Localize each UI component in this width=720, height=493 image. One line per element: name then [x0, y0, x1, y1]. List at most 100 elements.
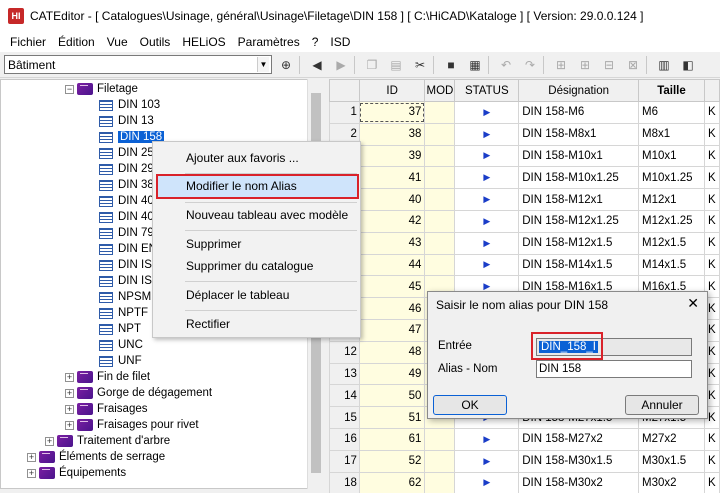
tree-leaf[interactable]: NPSM	[99, 289, 151, 305]
id-cell[interactable]: 45	[358, 275, 426, 299]
id-cell[interactable]: 49	[358, 362, 426, 386]
expand-icon[interactable]: +	[27, 452, 36, 462]
menu-item-rectify[interactable]: Rectifier	[186, 314, 230, 334]
insert-row-below-icon[interactable]: ⊞	[575, 55, 595, 75]
col-header-id[interactable]: ID	[358, 79, 426, 102]
extra-cell[interactable]: K	[703, 253, 720, 277]
extra-cell[interactable]: K	[703, 449, 720, 473]
table-row[interactable]: 844▶DIN 158-M14x1.5M14x1.5K	[329, 253, 720, 277]
tree-node[interactable]: + Gorge de dégagement	[65, 385, 212, 401]
mod-cell[interactable]	[424, 449, 456, 473]
extra-cell[interactable]: K	[703, 166, 720, 190]
tree-leaf[interactable]: UNF	[99, 353, 142, 369]
row-number[interactable]: 14	[329, 384, 360, 408]
menu-item-move-table[interactable]: Déplacer le tableau	[186, 285, 289, 305]
designation-cell[interactable]: DIN 158-M10x1.25	[518, 166, 640, 190]
id-cell[interactable]: 43	[358, 231, 426, 255]
table-row[interactable]: 339▶DIN 158-M10x1M10x1K	[329, 144, 720, 168]
status-cell[interactable]: ▶	[454, 253, 520, 277]
taille-cell[interactable]: M12x1.5	[638, 231, 705, 255]
table-row[interactable]: 441▶DIN 158-M10x1.25M10x1.25K	[329, 166, 720, 190]
back-icon[interactable]: ◀	[307, 55, 327, 75]
undo-icon[interactable]: ↶	[496, 55, 516, 75]
menu-item-new-table-template[interactable]: Nouveau tableau avec modèle	[186, 205, 348, 225]
status-cell[interactable]: ▶	[454, 209, 520, 233]
menu-parametres[interactable]: Paramètres	[232, 35, 306, 49]
status-cell[interactable]: ▶	[454, 188, 520, 211]
tree-leaf[interactable]: DIN 38	[99, 177, 154, 193]
mod-cell[interactable]	[424, 231, 456, 255]
tree-node[interactable]: + Traitement d'arbre	[45, 433, 170, 449]
corner-cell[interactable]	[329, 79, 360, 102]
menu-edition[interactable]: Édition	[52, 35, 101, 49]
catalog-combo[interactable]: Bâtiment ▼	[4, 55, 272, 74]
row-number[interactable]: 16	[329, 427, 360, 451]
designation-cell[interactable]: DIN 158-M30x1.5	[518, 449, 640, 473]
id-cell[interactable]: 37	[358, 101, 426, 124]
tree-node[interactable]: + Fin de filet	[65, 369, 150, 385]
mod-cell[interactable]	[424, 471, 456, 493]
row-number[interactable]: 13	[329, 362, 360, 386]
expand-icon[interactable]: +	[65, 372, 74, 382]
expand-icon[interactable]: +	[65, 404, 74, 414]
id-cell[interactable]: 47	[358, 318, 426, 342]
taille-cell[interactable]: M30x2	[638, 471, 705, 493]
taille-cell[interactable]: M10x1.25	[638, 166, 705, 190]
taille-cell[interactable]: M27x2	[638, 427, 705, 451]
tree-node[interactable]: + Équipements	[27, 465, 126, 481]
row-number[interactable]: 12	[329, 340, 360, 364]
status-cell[interactable]: ▶	[454, 166, 520, 190]
menu-help[interactable]: ?	[306, 35, 325, 49]
taille-cell[interactable]: M14x1.5	[638, 253, 705, 277]
table-settings-icon[interactable]: ▥	[654, 55, 674, 75]
designation-cell[interactable]: DIN 158-M8x1	[518, 122, 640, 146]
row-number[interactable]: 15	[329, 406, 360, 429]
taille-cell[interactable]: M12x1.25	[638, 209, 705, 233]
col-header-extra[interactable]	[703, 79, 720, 102]
id-cell[interactable]: 46	[358, 297, 426, 320]
table-row[interactable]: 16 61 ▶ DIN 158-M27x2 M27x2 K	[329, 427, 720, 451]
designation-cell[interactable]: DIN 158-M12x1.5	[518, 231, 640, 255]
chevron-down-icon[interactable]: ▼	[257, 57, 269, 72]
menu-item-delete[interactable]: Supprimer	[186, 234, 241, 254]
table-icon[interactable]: ▦	[465, 55, 485, 75]
id-cell[interactable]: 61	[358, 427, 426, 451]
id-cell[interactable]: 50	[358, 384, 426, 408]
col-header-mod[interactable]: MOD	[424, 79, 456, 102]
insert-row-icon[interactable]: ⊞	[551, 55, 571, 75]
col-header-designation[interactable]: Désignation	[518, 79, 640, 102]
menu-item-add-favorites[interactable]: Ajouter aux favoris ...	[186, 148, 299, 168]
col-header-status[interactable]: STATUS	[454, 79, 520, 102]
id-cell[interactable]: 39	[358, 144, 426, 168]
tree-node[interactable]: + Fraisages	[65, 401, 148, 417]
designation-cell[interactable]: DIN 158-M30x2	[518, 471, 640, 493]
designation-cell[interactable]: DIN 158-M12x1.25	[518, 209, 640, 233]
id-cell[interactable]: 62	[358, 471, 426, 493]
extra-cell[interactable]: K	[703, 122, 720, 146]
tree-node[interactable]: + Éléments de serrage	[27, 449, 165, 465]
menu-vue[interactable]: Vue	[101, 35, 134, 49]
tree-leaf[interactable]: DIN 25	[99, 145, 154, 161]
cancel-button[interactable]: Annuler	[625, 395, 699, 415]
status-cell[interactable]: ▶	[454, 471, 520, 493]
ok-button[interactable]: OK	[433, 395, 507, 415]
menu-item-rename-alias[interactable]: Modifier le nom Alias	[186, 176, 297, 196]
id-cell[interactable]: 51	[358, 406, 426, 429]
tree-leaf[interactable]: DIN 79	[99, 225, 154, 241]
taille-cell[interactable]: M10x1	[638, 144, 705, 168]
cut-icon[interactable]: ✂	[410, 55, 430, 75]
copy-icon[interactable]: ❐	[362, 55, 382, 75]
mod-cell[interactable]	[424, 101, 456, 124]
mod-cell[interactable]	[424, 122, 456, 146]
tree-node[interactable]: + Fraisages pour rivet	[65, 417, 199, 433]
table-row[interactable]: 1 37 ▶ DIN 158-M6 M6 K	[329, 101, 720, 124]
taille-cell[interactable]: M6	[638, 101, 705, 124]
col-header-taille[interactable]: Taille	[638, 79, 705, 102]
designation-cell[interactable]: DIN 158-M14x1.5	[518, 253, 640, 277]
tree-leaf[interactable]: DIN 40	[99, 193, 154, 209]
status-cell[interactable]: ▶	[454, 144, 520, 168]
alias-field[interactable]: DIN 158	[536, 360, 692, 378]
expand-icon[interactable]: +	[65, 420, 74, 430]
data-table[interactable]: ID MOD STATUS Désignation Taille 1 37 ▶ DIN…	[329, 79, 720, 493]
tree-node-filetage[interactable]: − Filetage	[65, 81, 138, 97]
